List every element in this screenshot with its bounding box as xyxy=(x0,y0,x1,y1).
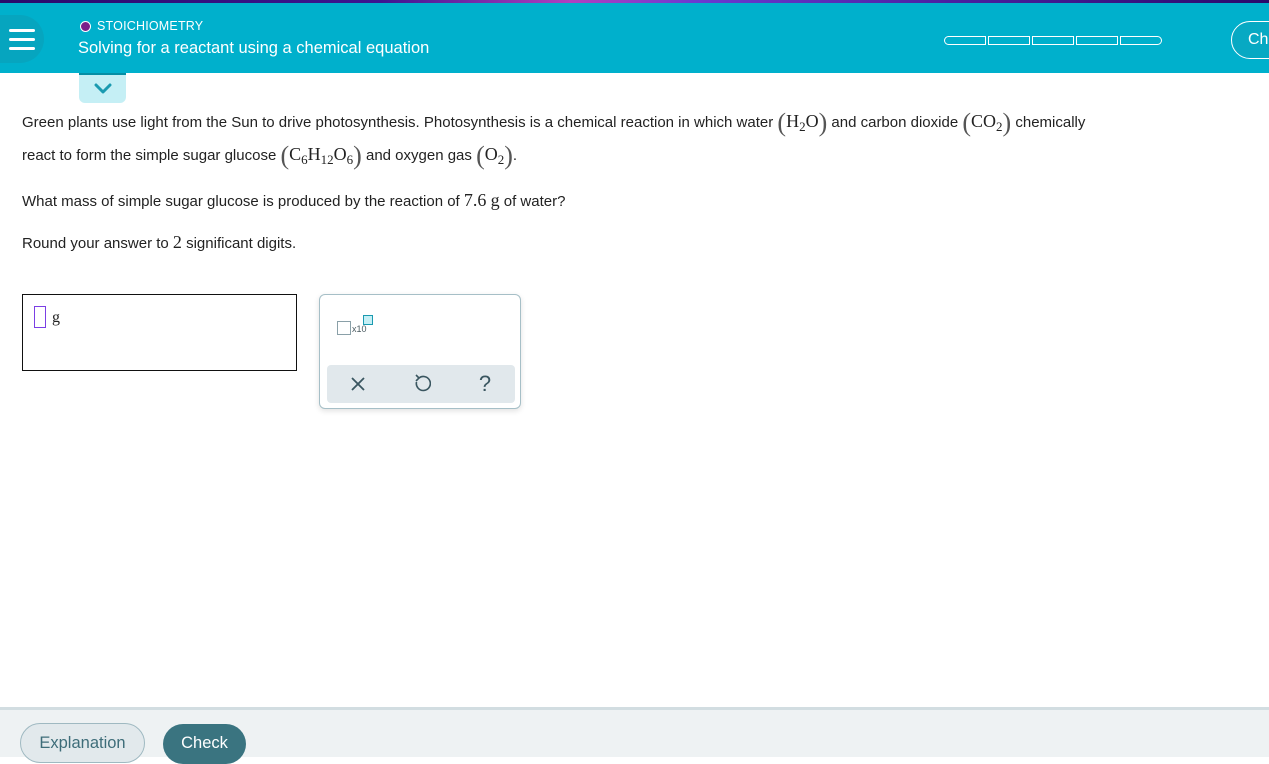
question-line: What mass of simple sugar glucose is pro… xyxy=(22,190,565,211)
hamburger-line xyxy=(9,37,35,41)
progress-segment xyxy=(1120,36,1162,45)
progress-segment xyxy=(1032,36,1074,45)
help-button[interactable]: ? xyxy=(470,369,500,399)
problem-text: react to form the simple sugar glucose xyxy=(22,147,281,164)
collapse-toggle[interactable] xyxy=(79,73,126,103)
explanation-button[interactable]: Explanation xyxy=(20,723,145,763)
hamburger-menu-icon xyxy=(9,28,35,32)
scientific-notation-button[interactable]: x10 xyxy=(336,315,376,341)
undo-icon xyxy=(415,374,431,392)
paren: ( xyxy=(777,108,787,137)
undo-button[interactable] xyxy=(407,369,437,399)
problem-line-2: react to form the simple sugar glucose (… xyxy=(22,141,517,171)
keypad-action-bar: ? xyxy=(327,365,515,403)
paren: ( xyxy=(280,141,290,170)
exponent-box-icon xyxy=(363,315,373,325)
glucose-formula: C6H12O6 xyxy=(289,144,354,167)
progress-segment xyxy=(944,36,986,45)
menu-button[interactable] xyxy=(0,15,44,63)
water-mass-value: 7.6 xyxy=(463,190,487,210)
answer-input[interactable] xyxy=(34,306,46,328)
instruction-text: significant digits. xyxy=(181,235,297,252)
page-title: Solving for a reactant using a chemical … xyxy=(78,39,430,57)
water-formula: H2O xyxy=(786,111,819,134)
math-keypad: x10 ? xyxy=(319,294,521,409)
paren: ( xyxy=(476,141,485,170)
paren: ) xyxy=(818,108,828,137)
progress-segment xyxy=(988,36,1030,45)
hamburger-line xyxy=(9,46,35,50)
paren: ) xyxy=(504,141,513,170)
problem-text: Green plants use light from the Sun to d… xyxy=(22,114,778,131)
water-mass-unit: g xyxy=(490,190,500,210)
rounding-instruction: Round your answer to 2 significant digit… xyxy=(22,232,296,253)
problem-text: and carbon dioxide xyxy=(827,114,963,131)
co2-formula: CO2 xyxy=(971,111,1003,134)
chevron-down-icon xyxy=(94,83,111,94)
footer-bar: Explanation Check xyxy=(0,707,1269,764)
header-bar: STOICHIOMETRY Solving for a reactant usi… xyxy=(0,3,1269,73)
instruction-text: Round your answer to xyxy=(22,235,173,252)
question-text: of water? xyxy=(499,193,566,210)
topic-dot-icon xyxy=(80,20,91,32)
progress-bar xyxy=(944,36,1162,45)
check-button[interactable]: Check xyxy=(163,724,246,764)
paren: ( xyxy=(962,108,972,137)
answer-area: g xyxy=(22,294,297,371)
topic-label: STOICHIOMETRY xyxy=(80,19,203,33)
problem-text: and oxygen gas xyxy=(361,147,477,164)
header-right-button[interactable]: Ch xyxy=(1231,21,1269,59)
problem-line-1: Green plants use light from the Sun to d… xyxy=(22,108,1085,138)
topic-text: STOICHIOMETRY xyxy=(97,19,204,33)
problem-text: chemically xyxy=(1011,114,1086,131)
sig-digits-value: 2 xyxy=(172,232,182,252)
question-text: What mass of simple sugar glucose is pro… xyxy=(22,193,464,210)
paren: ) xyxy=(1002,108,1012,137)
paren: ) xyxy=(353,141,362,170)
close-icon xyxy=(351,377,365,391)
o2-formula: O2 xyxy=(484,144,505,167)
answer-unit: g xyxy=(52,309,60,326)
clear-button[interactable] xyxy=(343,369,373,399)
problem-text: . xyxy=(512,147,518,164)
base-box-icon xyxy=(337,321,351,335)
x10-label: x10 xyxy=(352,324,367,334)
progress-segment xyxy=(1076,36,1118,45)
